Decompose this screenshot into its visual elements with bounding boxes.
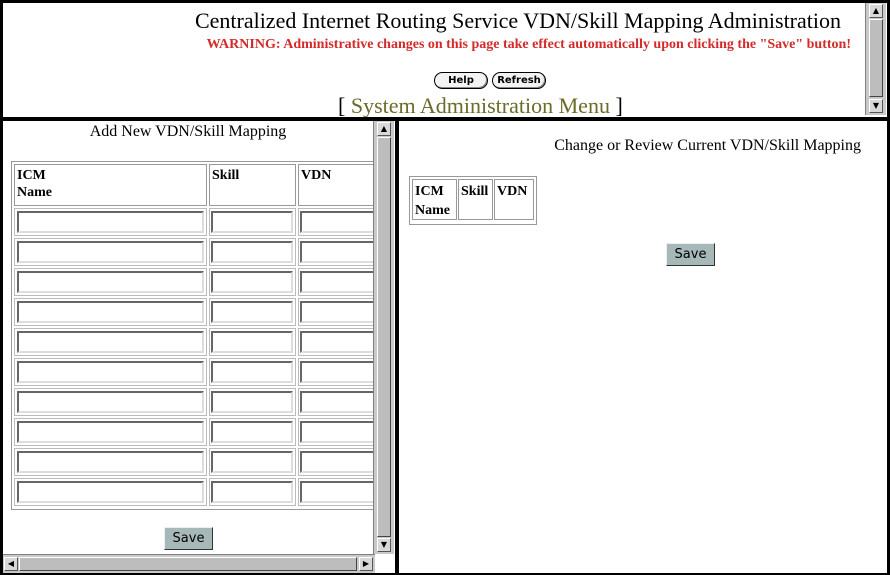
scroll-thumb-horizontal[interactable]	[19, 557, 357, 571]
review-column-header-icm-name: ICM Name	[412, 179, 457, 220]
skill-input[interactable]	[211, 391, 293, 413]
vdn-input[interactable]	[300, 451, 382, 473]
icm-name-input[interactable]	[17, 241, 204, 263]
vdn-input[interactable]	[300, 421, 382, 443]
bracket-open: [	[338, 93, 346, 118]
column-header-vdn: VDN	[298, 164, 382, 206]
add-mapping-table: ICM Name Skill VDN	[11, 161, 383, 510]
review-icm-line2: Name	[415, 203, 450, 218]
scroll-down-icon[interactable]: ▼	[869, 99, 883, 113]
left-horizontal-scrollbar[interactable]: ◀ ▶	[3, 554, 375, 573]
vdn-input[interactable]	[300, 391, 382, 413]
refresh-button[interactable]: Refresh	[492, 72, 546, 89]
add-mapping-title: Add New VDN/Skill Mapping	[89, 123, 287, 140]
icm-name-input[interactable]	[17, 421, 204, 443]
add-save-button[interactable]: Save	[164, 527, 213, 550]
scroll-right-icon[interactable]: ▶	[359, 557, 373, 571]
skill-input[interactable]	[211, 241, 293, 263]
header-vertical-scrollbar[interactable]: ▲ ▼	[865, 3, 886, 115]
icm-name-input[interactable]	[17, 271, 204, 293]
icm-name-input[interactable]	[17, 361, 204, 383]
add-mapping-frame: Add New VDN/Skill Mapping ICM Name Skill…	[2, 120, 396, 574]
icm-name-input[interactable]	[17, 451, 204, 473]
icm-name-input[interactable]	[17, 331, 204, 353]
warning-message: WARNING: Administrative changes on this …	[206, 37, 851, 52]
skill-input[interactable]	[211, 331, 293, 353]
vdn-input[interactable]	[300, 361, 382, 383]
skill-input[interactable]	[211, 301, 293, 323]
skill-input[interactable]	[211, 421, 293, 443]
icm-name-input[interactable]	[17, 391, 204, 413]
icm-name-input[interactable]	[17, 211, 204, 233]
vdn-input[interactable]	[300, 211, 382, 233]
review-mapping-table: ICM Name Skill VDN	[409, 176, 537, 225]
review-column-header-vdn: VDN	[494, 179, 534, 220]
scroll-left-icon[interactable]: ◀	[4, 557, 18, 571]
scroll-up-icon[interactable]: ▲	[869, 4, 883, 18]
scroll-down-icon[interactable]: ▼	[377, 538, 391, 552]
vdn-input[interactable]	[300, 301, 382, 323]
review-column-header-skill: Skill	[458, 179, 493, 220]
column-header-icm-name: ICM Name	[14, 164, 207, 206]
vdn-input[interactable]	[300, 241, 382, 263]
system-admin-menu: [ System Administration Menu ]	[338, 93, 623, 118]
skill-input[interactable]	[211, 481, 293, 503]
icm-name-input[interactable]	[17, 301, 204, 323]
vdn-input[interactable]	[300, 331, 382, 353]
page-title-text: Centralized Internet Routing Service VDN…	[194, 8, 841, 33]
review-mapping-title: Change or Review Current VDN/Skill Mappi…	[554, 137, 861, 154]
scroll-thumb[interactable]	[377, 137, 391, 537]
column-header-icm-line2: Name	[17, 185, 52, 200]
header-frame: Centralized Internet Routing Service VDN…	[2, 2, 888, 118]
skill-input[interactable]	[211, 451, 293, 473]
system-admin-menu-link[interactable]: System Administration Menu	[351, 93, 610, 117]
skill-input[interactable]	[211, 271, 293, 293]
left-vertical-scrollbar[interactable]: ▲ ▼	[373, 121, 394, 554]
vdn-input[interactable]	[300, 271, 382, 293]
review-save-button[interactable]: Save	[666, 243, 715, 266]
review-mapping-frame: Change or Review Current VDN/Skill Mappi…	[398, 120, 888, 574]
vdn-input[interactable]	[300, 481, 382, 503]
bracket-close: ]	[615, 93, 623, 118]
icm-name-input[interactable]	[17, 481, 204, 503]
column-header-icm-line1: ICM	[17, 168, 46, 183]
column-header-skill: Skill	[209, 164, 296, 206]
skill-input[interactable]	[211, 211, 293, 233]
scroll-up-icon[interactable]: ▲	[377, 122, 391, 136]
scroll-thumb[interactable]	[869, 19, 883, 97]
help-button[interactable]: Help	[434, 72, 488, 89]
review-icm-line1: ICM	[415, 184, 444, 199]
skill-input[interactable]	[211, 361, 293, 383]
